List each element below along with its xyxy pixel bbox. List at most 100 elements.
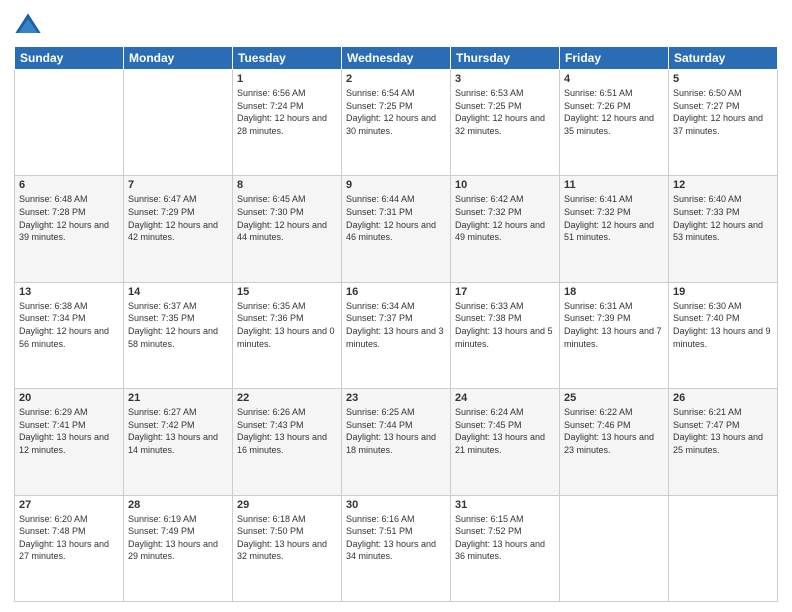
day-info: Sunrise: 6:40 AM Sunset: 7:33 PM Dayligh… — [673, 193, 773, 243]
day-info: Sunrise: 6:20 AM Sunset: 7:48 PM Dayligh… — [19, 513, 119, 563]
calendar-cell: 7 Sunrise: 6:47 AM Sunset: 7:29 PM Daylig… — [124, 176, 233, 282]
day-info: Sunrise: 6:42 AM Sunset: 7:32 PM Dayligh… — [455, 193, 555, 243]
calendar-cell: 11 Sunrise: 6:41 AM Sunset: 7:32 PM Dayli… — [560, 176, 669, 282]
day-header-tuesday: Tuesday — [233, 47, 342, 70]
day-info: Sunrise: 6:15 AM Sunset: 7:52 PM Dayligh… — [455, 513, 555, 563]
day-info: Sunrise: 6:31 AM Sunset: 7:39 PM Dayligh… — [564, 300, 664, 350]
day-number: 10 — [455, 179, 555, 191]
calendar-week-1: 1Sunrise: 6:56 AM Sunset: 7:24 PM Daylig… — [15, 70, 778, 176]
calendar-cell: 22Sunrise: 6:26 AM Sunset: 7:43 PM Dayli… — [233, 389, 342, 495]
day-number: 17 — [455, 286, 555, 298]
calendar-cell: 20 Sunrise: 6:29 AM Sunset: 7:41 PM Dayli… — [15, 389, 124, 495]
day-header-saturday: Saturday — [669, 47, 778, 70]
calendar-cell: 3 Sunrise: 6:53 AM Sunset: 7:25 PM Daylig… — [451, 70, 560, 176]
day-info: Sunrise: 6:18 AM Sunset: 7:50 PM Dayligh… — [237, 513, 337, 563]
calendar-cell: 18 Sunrise: 6:31 AM Sunset: 7:39 PM Dayli… — [560, 282, 669, 388]
day-number: 4 — [564, 73, 664, 85]
day-number: 7 — [128, 179, 228, 191]
calendar-cell: 15 Sunrise: 6:35 AM Sunset: 7:36 PM Dayli… — [233, 282, 342, 388]
day-info: Sunrise: 6:41 AM Sunset: 7:32 PM Dayligh… — [564, 193, 664, 243]
calendar-cell: 26Sunrise: 6:21 AM Sunset: 7:47 PM Dayli… — [669, 389, 778, 495]
day-info: Sunrise: 6:24 AM Sunset: 7:45 PM Dayligh… — [455, 406, 555, 456]
day-number: 23 — [346, 392, 446, 404]
day-info: Sunrise: 6:37 AM Sunset: 7:35 PM Dayligh… — [128, 300, 228, 350]
day-number: 9 — [346, 179, 446, 191]
calendar-cell: 30 Sunrise: 6:16 AM Sunset: 7:51 PM Dayli… — [342, 495, 451, 601]
day-info: Sunrise: 6:19 AM Sunset: 7:49 PM Dayligh… — [128, 513, 228, 563]
calendar-cell: 5 Sunrise: 6:50 AM Sunset: 7:27 PM Daylig… — [669, 70, 778, 176]
calendar-week-5: 27 Sunrise: 6:20 AM Sunset: 7:48 PM Dayli… — [15, 495, 778, 601]
day-number: 5 — [673, 73, 773, 85]
day-info: Sunrise: 6:21 AM Sunset: 7:47 PM Dayligh… — [673, 406, 773, 456]
logo-icon — [14, 12, 42, 40]
page: SundayMondayTuesdayWednesdayThursdayFrid… — [0, 0, 792, 612]
calendar-cell: 10 Sunrise: 6:42 AM Sunset: 7:32 PM Dayli… — [451, 176, 560, 282]
day-number: 6 — [19, 179, 119, 191]
calendar-cell: 25 Sunrise: 6:22 AM Sunset: 7:46 PM Dayli… — [560, 389, 669, 495]
day-header-friday: Friday — [560, 47, 669, 70]
day-info: Sunrise: 6:30 AM Sunset: 7:40 PM Dayligh… — [673, 300, 773, 350]
day-info: Sunrise: 6:29 AM Sunset: 7:41 PM Dayligh… — [19, 406, 119, 456]
day-info: Sunrise: 6:35 AM Sunset: 7:36 PM Dayligh… — [237, 300, 337, 350]
calendar-cell: 27 Sunrise: 6:20 AM Sunset: 7:48 PM Dayli… — [15, 495, 124, 601]
day-number: 11 — [564, 179, 664, 191]
day-number: 13 — [19, 286, 119, 298]
day-number: 2 — [346, 73, 446, 85]
day-header-thursday: Thursday — [451, 47, 560, 70]
calendar-cell: 16Sunrise: 6:34 AM Sunset: 7:37 PM Dayli… — [342, 282, 451, 388]
calendar-cell: 14 Sunrise: 6:37 AM Sunset: 7:35 PM Dayli… — [124, 282, 233, 388]
day-info: Sunrise: 6:25 AM Sunset: 7:44 PM Dayligh… — [346, 406, 446, 456]
calendar-week-2: 6 Sunrise: 6:48 AM Sunset: 7:28 PM Daylig… — [15, 176, 778, 282]
day-number: 29 — [237, 499, 337, 511]
day-info: Sunrise: 6:22 AM Sunset: 7:46 PM Dayligh… — [564, 406, 664, 456]
calendar-cell — [124, 70, 233, 176]
day-info: Sunrise: 6:33 AM Sunset: 7:38 PM Dayligh… — [455, 300, 555, 350]
day-number: 20 — [19, 392, 119, 404]
day-number: 18 — [564, 286, 664, 298]
day-info: Sunrise: 6:53 AM Sunset: 7:25 PM Dayligh… — [455, 87, 555, 137]
calendar-cell: 13Sunrise: 6:38 AM Sunset: 7:34 PM Dayli… — [15, 282, 124, 388]
calendar-cell: 4 Sunrise: 6:51 AM Sunset: 7:26 PM Daylig… — [560, 70, 669, 176]
day-info: Sunrise: 6:16 AM Sunset: 7:51 PM Dayligh… — [346, 513, 446, 563]
day-info: Sunrise: 6:27 AM Sunset: 7:42 PM Dayligh… — [128, 406, 228, 456]
day-info: Sunrise: 6:45 AM Sunset: 7:30 PM Dayligh… — [237, 193, 337, 243]
day-number: 16 — [346, 286, 446, 298]
day-info: Sunrise: 6:47 AM Sunset: 7:29 PM Dayligh… — [128, 193, 228, 243]
day-info: Sunrise: 6:44 AM Sunset: 7:31 PM Dayligh… — [346, 193, 446, 243]
day-header-wednesday: Wednesday — [342, 47, 451, 70]
day-info: Sunrise: 6:56 AM Sunset: 7:24 PM Dayligh… — [237, 87, 337, 137]
day-header-sunday: Sunday — [15, 47, 124, 70]
day-number: 3 — [455, 73, 555, 85]
day-number: 31 — [455, 499, 555, 511]
day-number: 27 — [19, 499, 119, 511]
calendar-cell — [669, 495, 778, 601]
day-number: 8 — [237, 179, 337, 191]
calendar-week-3: 13Sunrise: 6:38 AM Sunset: 7:34 PM Dayli… — [15, 282, 778, 388]
day-number: 24 — [455, 392, 555, 404]
calendar-cell: 8 Sunrise: 6:45 AM Sunset: 7:30 PM Daylig… — [233, 176, 342, 282]
day-info: Sunrise: 6:26 AM Sunset: 7:43 PM Dayligh… — [237, 406, 337, 456]
day-number: 28 — [128, 499, 228, 511]
calendar-cell: 31 Sunrise: 6:15 AM Sunset: 7:52 PM Dayli… — [451, 495, 560, 601]
calendar-cell — [560, 495, 669, 601]
day-header-monday: Monday — [124, 47, 233, 70]
day-info: Sunrise: 6:51 AM Sunset: 7:26 PM Dayligh… — [564, 87, 664, 137]
day-number: 12 — [673, 179, 773, 191]
day-info: Sunrise: 6:50 AM Sunset: 7:27 PM Dayligh… — [673, 87, 773, 137]
day-number: 30 — [346, 499, 446, 511]
calendar-cell: 9 Sunrise: 6:44 AM Sunset: 7:31 PM Daylig… — [342, 176, 451, 282]
calendar-cell — [15, 70, 124, 176]
day-number: 25 — [564, 392, 664, 404]
calendar-cell: 29 Sunrise: 6:18 AM Sunset: 7:50 PM Dayli… — [233, 495, 342, 601]
day-info: Sunrise: 6:48 AM Sunset: 7:28 PM Dayligh… — [19, 193, 119, 243]
calendar-header-row: SundayMondayTuesdayWednesdayThursdayFrid… — [15, 47, 778, 70]
calendar-table: SundayMondayTuesdayWednesdayThursdayFrid… — [14, 46, 778, 602]
logo — [14, 12, 48, 40]
day-number: 14 — [128, 286, 228, 298]
calendar-cell: 2Sunrise: 6:54 AM Sunset: 7:25 PM Daylig… — [342, 70, 451, 176]
calendar-cell: 19Sunrise: 6:30 AM Sunset: 7:40 PM Dayli… — [669, 282, 778, 388]
calendar-cell: 17 Sunrise: 6:33 AM Sunset: 7:38 PM Dayli… — [451, 282, 560, 388]
calendar-cell: 21Sunrise: 6:27 AM Sunset: 7:42 PM Dayli… — [124, 389, 233, 495]
day-number: 15 — [237, 286, 337, 298]
calendar-week-4: 20 Sunrise: 6:29 AM Sunset: 7:41 PM Dayli… — [15, 389, 778, 495]
